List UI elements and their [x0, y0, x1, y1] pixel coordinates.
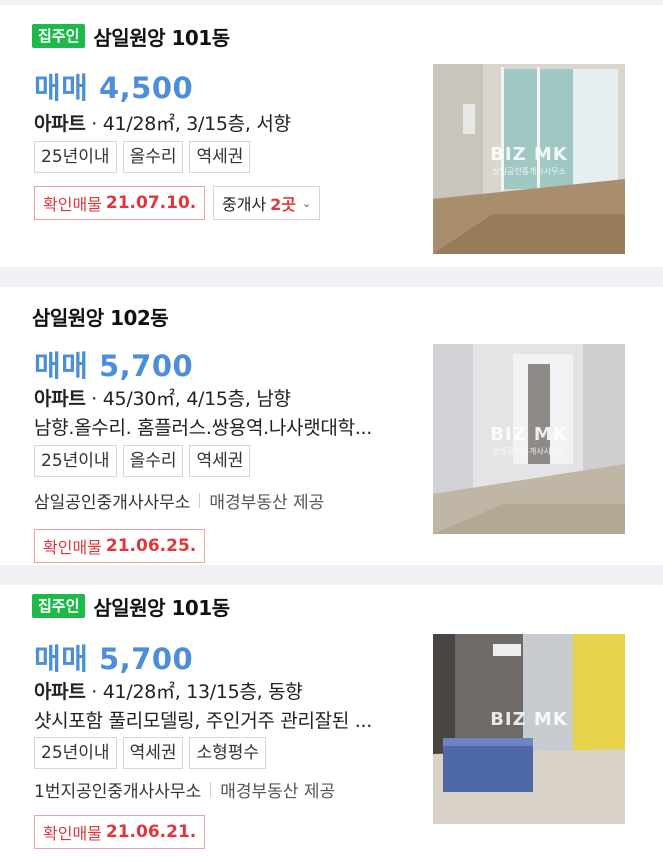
- listing-photo[interactable]: BIZ MK 삼일공인중개사사무소: [433, 344, 625, 534]
- tag-list: 25년이내 올수리 역세권: [34, 445, 251, 477]
- listing-title-row: 집주인 삼일원앙 101동: [32, 591, 230, 621]
- photo-watermark: BIZ MK 삼일공인중개사사무소: [490, 424, 568, 456]
- provider: 매경부동산 제공: [220, 782, 336, 802]
- tag: 25년이내: [34, 737, 117, 769]
- tag: 올수리: [122, 141, 184, 173]
- confirm-label: 확인매물: [43, 195, 102, 214]
- confirm-label: 확인매물: [43, 538, 102, 557]
- tag: 역세권: [122, 737, 184, 769]
- broker-label: 중개사: [222, 195, 267, 214]
- confirm-date: 21.07.10.: [105, 193, 197, 213]
- complex-name: 삼일원앙 101동: [93, 25, 230, 50]
- agency-info: 삼일공인중개사사무소 매경부동산 제공: [34, 488, 324, 513]
- listing-title-row: 집주인 삼일원앙 101동: [32, 21, 230, 51]
- tag: 올수리: [122, 445, 184, 477]
- spec-detail: · 41/28㎡, 13/15층, 동향: [85, 681, 303, 703]
- spec: 아파트 · 45/30㎡, 4/15층, 남향: [34, 384, 291, 411]
- listing-card[interactable]: 삼일원앙 102동 매매 5,700 아파트 · 45/30㎡, 4/15층, …: [0, 287, 663, 565]
- spec: 아파트 · 41/28㎡, 13/15층, 동향: [34, 677, 303, 704]
- tag: 역세권: [189, 141, 251, 173]
- broker-count: 2곳: [270, 195, 297, 214]
- confirm-date: 21.06.21.: [105, 822, 197, 842]
- complex-name: 삼일원앙 101동: [93, 595, 230, 620]
- property-type: 아파트: [34, 388, 86, 410]
- tag: 소형평수: [189, 737, 267, 769]
- spec-detail: · 45/30㎡, 4/15층, 남향: [85, 388, 291, 410]
- broker-count-button[interactable]: 중개사 2곳 ⌄: [213, 186, 321, 220]
- price: 매매 5,700: [34, 349, 194, 383]
- listing-card[interactable]: 집주인 삼일원앙 101동 매매 5,700 아파트 · 41/28㎡, 13/…: [0, 585, 663, 862]
- price: 매매 5,700: [34, 642, 194, 676]
- listing-description: 샷시포함 풀리모델링, 주인거주 관리잘된 ...: [34, 710, 372, 732]
- tag: 25년이내: [34, 141, 117, 173]
- divider: [199, 493, 201, 508]
- listing-photo[interactable]: BIZ MK 삼일공인중개사사무소: [433, 64, 625, 254]
- owner-badge: 집주인: [32, 24, 86, 48]
- confirmed-listing-badge: 확인매물 21.07.10.: [34, 186, 206, 220]
- listing-card[interactable]: 집주인 삼일원앙 101동 매매 4,500 아파트 · 41/28㎡, 3/1…: [0, 5, 663, 267]
- listing-photo[interactable]: BIZ MK: [433, 634, 625, 824]
- price: 매매 4,500: [34, 71, 194, 105]
- listing-description: 남향.올수리. 홈플러스.쌍용역.나사랫대학...: [34, 417, 372, 439]
- photo-watermark: BIZ MK 삼일공인중개사사무소: [490, 144, 568, 176]
- agency-name: 삼일공인중개사사무소: [34, 493, 191, 513]
- tag: 25년이내: [34, 445, 117, 477]
- agency-name: 1번지공인중개사사무소: [34, 782, 202, 802]
- confirm-label: 확인매물: [43, 824, 102, 843]
- agency-info: 1번지공인중개사사무소 매경부동산 제공: [34, 777, 335, 802]
- complex-name: 삼일원앙 102동: [32, 305, 169, 330]
- photo-watermark: BIZ MK: [490, 709, 568, 730]
- chevron-down-icon: ⌄: [302, 196, 312, 210]
- tag-list: 25년이내 역세권 소형평수: [34, 737, 267, 769]
- tag: 역세권: [189, 445, 251, 477]
- property-type: 아파트: [34, 681, 86, 703]
- owner-badge: 집주인: [32, 594, 86, 618]
- confirm-date: 21.06.25.: [105, 536, 197, 556]
- confirmed-listing-badge: 확인매물 21.06.21.: [34, 815, 206, 849]
- tag-list: 25년이내 올수리 역세권: [34, 141, 251, 173]
- confirmed-listing-badge: 확인매물 21.06.25.: [34, 529, 206, 563]
- spec-detail: · 41/28㎡, 3/15층, 서향: [85, 113, 291, 135]
- divider: [210, 782, 212, 797]
- provider: 매경부동산 제공: [209, 493, 325, 513]
- property-type: 아파트: [34, 113, 86, 135]
- listing-title-row: 삼일원앙 102동: [32, 301, 169, 331]
- spec: 아파트 · 41/28㎡, 3/15층, 서향: [34, 109, 291, 136]
